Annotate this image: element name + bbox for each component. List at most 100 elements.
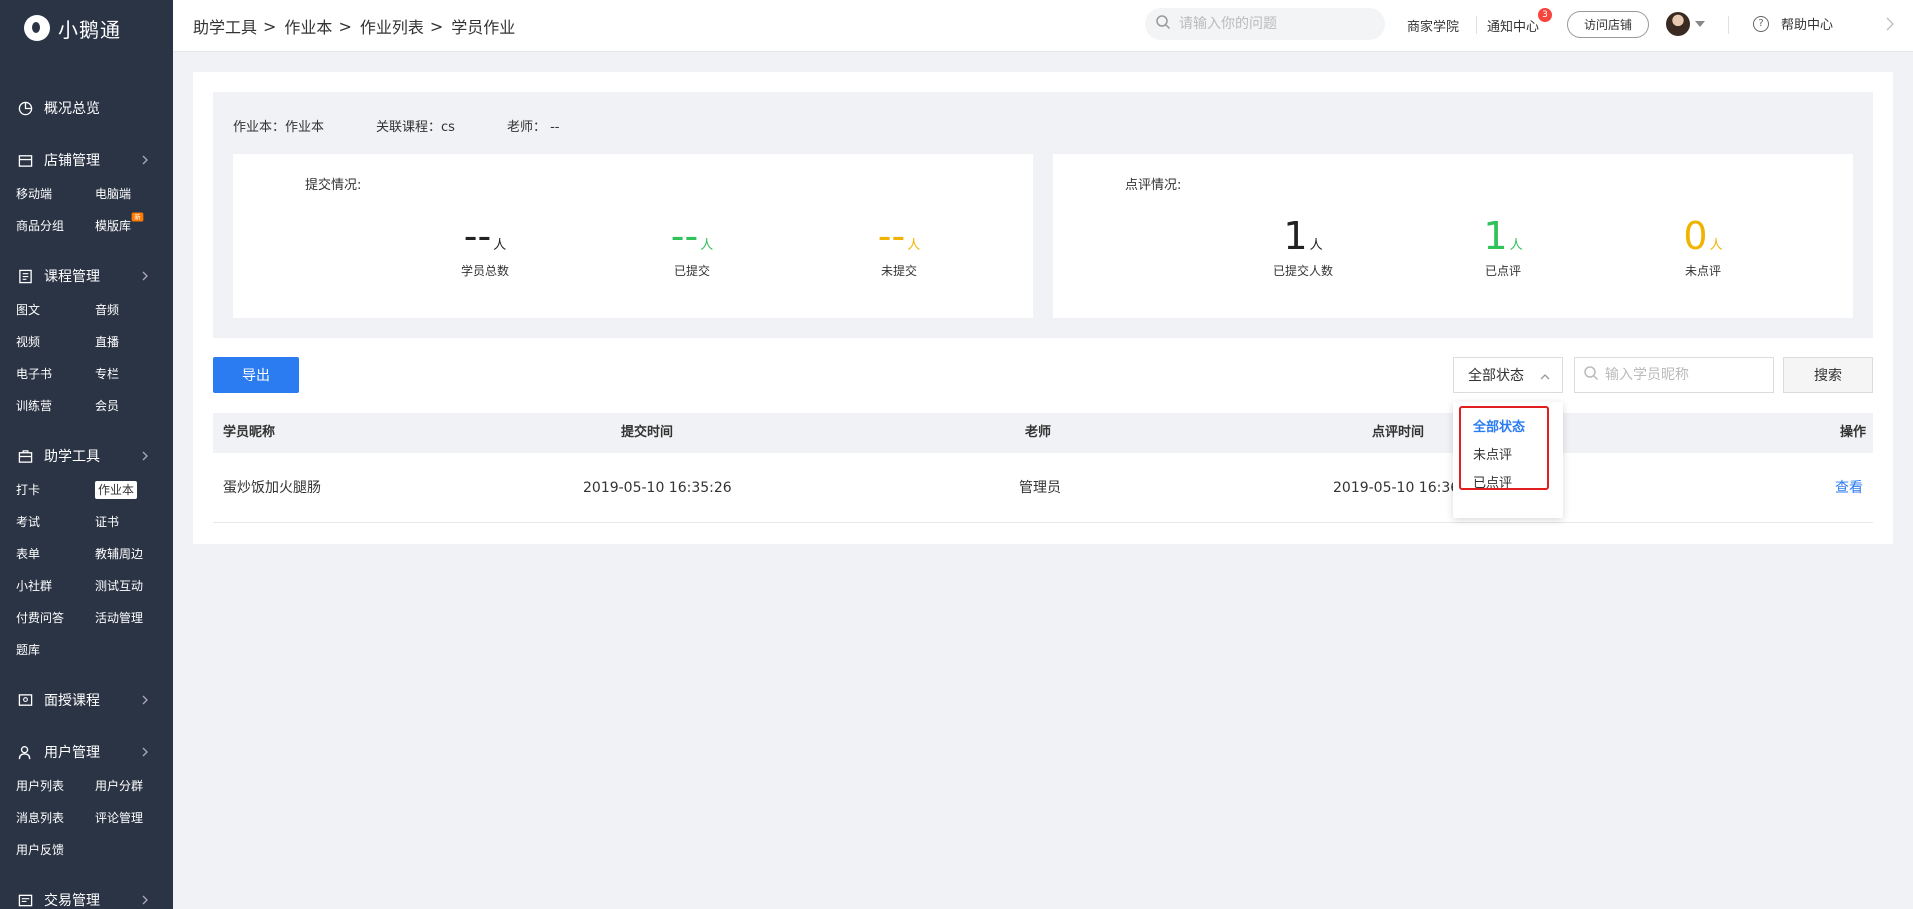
sidebar-item-audio[interactable]: 音频: [95, 294, 173, 326]
view-link[interactable]: 查看: [1835, 453, 1863, 523]
nav-label: 用户管理: [44, 745, 100, 761]
sidebar-item-video[interactable]: 视频: [16, 326, 95, 358]
sidebar-item-checkin[interactable]: 打卡: [16, 474, 95, 506]
submission-card: 提交情况: -- 人 学员总数 -- 人 已提交 -- 人 未提交: [233, 154, 1033, 318]
sidebar-item-feedback[interactable]: 用户反馈: [16, 834, 95, 866]
stat-value: 1: [1483, 214, 1508, 258]
sidebar-item-question-bank[interactable]: 题库: [16, 634, 95, 666]
sidebar-item-member[interactable]: 会员: [95, 390, 173, 422]
table-header: 学员昵称 提交时间 老师 点评时间 操作: [213, 413, 1873, 453]
sidebar-item-quiz[interactable]: 测试互动: [95, 570, 173, 602]
nav-course[interactable]: 课程管理: [0, 258, 173, 294]
table-row: 蛋炒饭加火腿肠 2019-05-10 16:35:26 管理员 2019-05-…: [213, 453, 1873, 523]
nav-group-users: 用户管理 用户列表 用户分群 消息列表 评论管理 用户反馈: [0, 734, 173, 866]
sidebar-item-article[interactable]: 图文: [16, 294, 95, 326]
stat-label: 已提交人数: [1272, 264, 1333, 278]
sidebar-item-paid-qa[interactable]: 付费问答: [16, 602, 95, 634]
export-button[interactable]: 导出: [213, 357, 299, 393]
help-search-input[interactable]: [1179, 16, 1359, 32]
search-icon: [1155, 14, 1171, 34]
divider: [1476, 16, 1477, 34]
nav-group-store: 店铺管理 移动端 电脑端 商品分组 模版库新: [0, 142, 173, 242]
breadcrumb-homework-book[interactable]: 作业本: [284, 14, 332, 38]
col-action: 操作: [1840, 425, 1867, 440]
sidebar-item-template[interactable]: 模版库新: [95, 210, 173, 242]
notification-center-link[interactable]: 通知中心: [1487, 16, 1539, 35]
nav-tools[interactable]: 助学工具: [0, 438, 173, 474]
visit-store-button[interactable]: 访问店铺: [1567, 11, 1649, 38]
sidebar-item-camp[interactable]: 训练营: [16, 390, 95, 422]
nav-store[interactable]: 店铺管理: [0, 142, 173, 178]
logo-icon: [24, 15, 50, 41]
stat-submitted: -- 人 已提交: [622, 216, 762, 279]
sidebar-item-product-group[interactable]: 商品分组: [16, 210, 95, 242]
store-icon: [16, 151, 34, 169]
teacher-info: 老师： --: [506, 120, 560, 135]
logo[interactable]: 小鹅通: [0, 0, 173, 56]
classroom-icon: [16, 691, 34, 709]
search-icon: [1583, 365, 1599, 385]
help-search: [1145, 8, 1385, 40]
breadcrumb-sep: >: [338, 16, 352, 36]
sidebar-item-homework[interactable]: 作业本: [95, 474, 173, 506]
stat-label: 学员总数: [460, 264, 509, 278]
nav-group-tools: 助学工具 打卡 作业本 考试 证书 表单 教辅周边 小社群 测试互动 付费问答 …: [0, 438, 173, 666]
sidebar-item-community[interactable]: 小社群: [16, 570, 95, 602]
course-info: 关联课程：cs: [376, 120, 455, 135]
sidebar-item-ebook[interactable]: 电子书: [16, 358, 95, 390]
nav-classroom[interactable]: 面授课程: [0, 682, 173, 718]
toolbox-icon: [16, 447, 34, 465]
sidebar: 小鹅通 概况总览 店铺管理 移动端 电脑端 商品分组 模版库新 课程管理 图文 …: [0, 0, 173, 909]
breadcrumb-homework-list[interactable]: 作业列表: [360, 14, 424, 38]
option-not-reviewed[interactable]: 未点评: [1473, 444, 1512, 463]
sidebar-item-column[interactable]: 专栏: [95, 358, 173, 390]
caret-down-icon[interactable]: [1695, 21, 1705, 27]
chevron-right-icon: [137, 268, 153, 284]
breadcrumb: 助学工具 > 作业本 > 作业列表 > 学员作业: [193, 14, 515, 38]
nav-users[interactable]: 用户管理: [0, 734, 173, 770]
review-card: 点评情况: 1人 已提交人数 1人 已点评 0人 未点评: [1053, 154, 1853, 318]
nav-label: 助学工具: [44, 449, 100, 465]
student-search-input[interactable]: [1605, 367, 1765, 383]
student-search: [1574, 357, 1774, 393]
chevron-right-icon[interactable]: [1885, 17, 1895, 35]
avatar[interactable]: [1666, 12, 1690, 36]
dashboard-icon: [16, 99, 34, 117]
nav-label: 面授课程: [44, 693, 100, 709]
col-review-time: 点评时间: [1372, 425, 1425, 440]
sidebar-item-user-list[interactable]: 用户列表: [16, 770, 95, 802]
sidebar-item-activity[interactable]: 活动管理: [95, 602, 173, 634]
homework-info: 作业本：作业本 关联课程：cs 老师： --: [233, 116, 611, 135]
help-center-link[interactable]: ? 帮助中心: [1753, 14, 1833, 33]
sidebar-item-form[interactable]: 表单: [16, 538, 95, 570]
nav-trade[interactable]: 交易管理: [0, 882, 173, 909]
breadcrumb-tools[interactable]: 助学工具: [193, 14, 257, 38]
col-student: 学员昵称: [223, 425, 276, 440]
nav-group-overview: 概况总览: [0, 90, 173, 126]
sidebar-item-teaching-aids[interactable]: 教辅周边: [95, 538, 173, 570]
stat-unit: 人: [700, 238, 714, 253]
sidebar-item-messages[interactable]: 消息列表: [16, 802, 95, 834]
option-all-status[interactable]: 全部状态: [1473, 416, 1525, 435]
stat-label: 未提交: [880, 264, 917, 278]
stat-unit: 人: [493, 238, 507, 253]
sidebar-item-pc[interactable]: 电脑端: [95, 178, 173, 210]
stat-label: 未点评: [1684, 264, 1721, 278]
chevron-right-icon: [137, 448, 153, 464]
merchant-academy-link[interactable]: 商家学院: [1407, 16, 1459, 35]
topbar: 助学工具 > 作业本 > 作业列表 > 学员作业 商家学院 通知中心 3 访问店…: [173, 0, 1913, 52]
sidebar-item-user-segments[interactable]: 用户分群: [95, 770, 173, 802]
status-filter-select[interactable]: 全部状态: [1453, 357, 1563, 393]
search-button[interactable]: 搜索: [1783, 357, 1873, 393]
nav-group-course: 课程管理 图文 音频 视频 直播 电子书 专栏 训练营 会员: [0, 258, 173, 422]
sidebar-item-comments[interactable]: 评论管理: [95, 802, 173, 834]
sidebar-item-certificate[interactable]: 证书: [95, 506, 173, 538]
option-reviewed[interactable]: 已点评: [1473, 472, 1512, 491]
stat-value: 0: [1683, 214, 1708, 258]
sidebar-item-live[interactable]: 直播: [95, 326, 173, 358]
sidebar-item-mobile[interactable]: 移动端: [16, 178, 95, 210]
nav-overview[interactable]: 概况总览: [0, 90, 173, 126]
sidebar-item-exam[interactable]: 考试: [16, 506, 95, 538]
trade-icon: [16, 891, 34, 909]
review-title: 点评情况:: [1125, 178, 1182, 193]
